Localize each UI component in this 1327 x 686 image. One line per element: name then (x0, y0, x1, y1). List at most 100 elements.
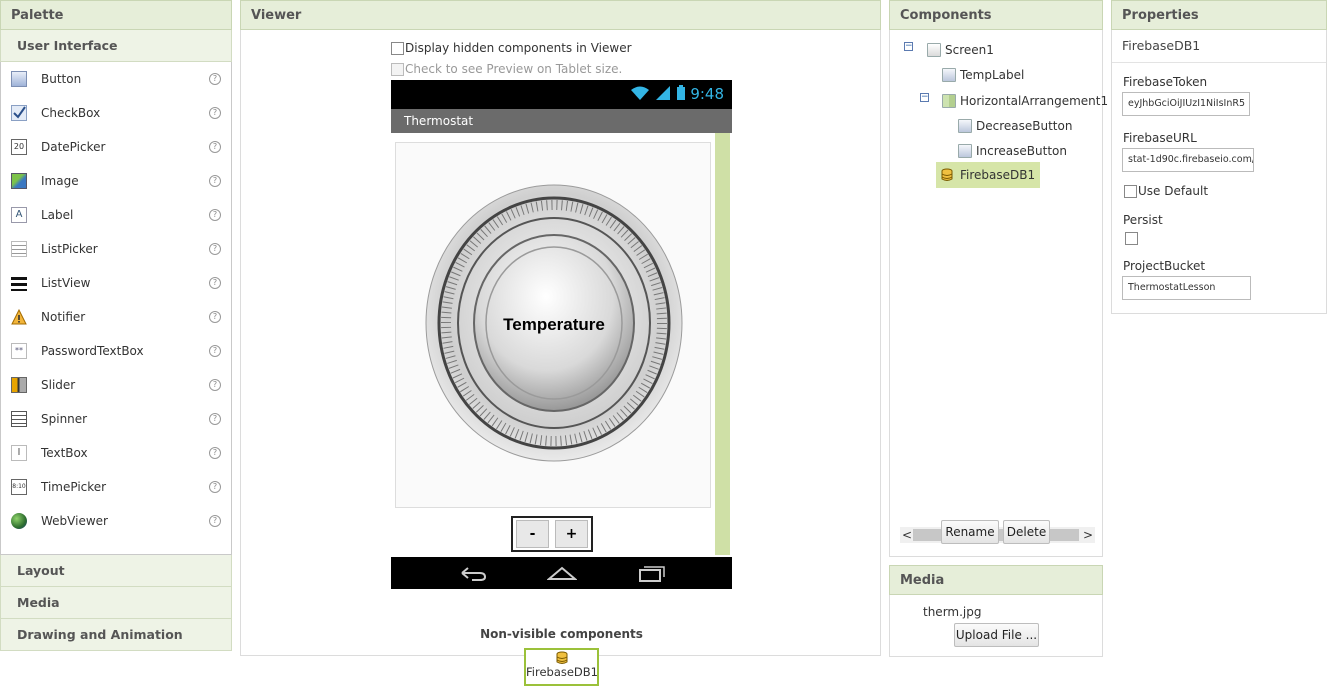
tree-node-firebasedb1[interactable]: FirebaseDB1 (936, 162, 1041, 188)
status-bar: 9:48 (391, 80, 732, 109)
signal-icon (655, 86, 670, 100)
palette-item-label: DatePicker (41, 140, 106, 154)
back-icon[interactable] (458, 563, 488, 583)
database-icon (556, 651, 567, 664)
help-icon[interactable]: ? (209, 379, 221, 391)
checkbox-box[interactable] (391, 62, 404, 76)
spinner-icon (11, 411, 27, 427)
palette-item-checkbox[interactable]: CheckBox ? (1, 96, 231, 130)
help-icon[interactable]: ? (209, 345, 221, 357)
palette-title: Palette (0, 0, 232, 30)
help-icon[interactable]: ? (209, 447, 221, 459)
webviewer-icon (11, 513, 27, 529)
tree-node-decreasebutton[interactable]: DecreaseButton (958, 115, 1072, 137)
properties-title: Properties (1111, 0, 1327, 30)
home-icon[interactable] (547, 563, 577, 583)
palette-item-listview[interactable]: ListView ? (1, 266, 231, 300)
palette-item-label[interactable]: A Label ? (1, 198, 231, 232)
tree-node-screen1[interactable]: Screen1 (927, 39, 994, 61)
palette-item-passwordtextbox[interactable]: ** PasswordTextBox ? (1, 334, 231, 368)
help-icon[interactable]: ? (209, 243, 221, 255)
project-bucket-input[interactable]: ThermostatLesson (1122, 276, 1251, 300)
datepicker-icon: 20 (11, 139, 27, 155)
properties-panel: Properties FirebaseDB1 FirebaseToken eyJ… (1111, 0, 1327, 656)
help-icon[interactable]: ? (209, 515, 221, 527)
delete-button[interactable]: Delete (1003, 520, 1050, 544)
label-icon: A (11, 207, 27, 223)
decrease-button[interactable]: - (516, 520, 549, 548)
help-icon[interactable]: ? (209, 107, 221, 119)
help-icon[interactable]: ? (209, 481, 221, 493)
checkbox-box[interactable] (1124, 184, 1137, 198)
button-icon (11, 71, 27, 87)
tree-node-templabel[interactable]: TempLabel (942, 64, 1024, 86)
notifier-icon (11, 308, 27, 325)
help-icon[interactable]: ? (209, 209, 221, 221)
temperature-label: Temperature (503, 315, 605, 334)
non-visible-item-label: FirebaseDB1 (526, 665, 598, 679)
palette-item-image[interactable]: Image ? (1, 164, 231, 198)
palette-panel: Palette User Interface Button ? CheckBox… (0, 0, 232, 656)
media-body: therm.jpg Upload File ... (889, 595, 1103, 657)
upload-file-button[interactable]: Upload File ... (954, 623, 1039, 647)
palette-item-textbox[interactable]: I TextBox ? (1, 436, 231, 470)
firebase-token-label: FirebaseToken (1123, 75, 1208, 89)
non-visible-firebase[interactable]: FirebaseDB1 (524, 648, 599, 686)
checkbox-box[interactable] (391, 41, 404, 55)
tablet-preview-checkbox[interactable]: Check to see Preview on Tablet size. (391, 62, 622, 76)
scroll-right-icon[interactable]: > (1083, 527, 1093, 543)
firebase-url-label: FirebaseURL (1123, 131, 1197, 145)
screen-scrollbar[interactable] (715, 133, 730, 555)
rename-button[interactable]: Rename (941, 520, 999, 544)
checkbox-icon (11, 105, 27, 121)
palette-item-slider[interactable]: Slider ? (1, 368, 231, 402)
screen-title-bar: Thermostat (391, 109, 732, 133)
collapse-toggle-screen1[interactable]: − (904, 42, 913, 51)
thermostat-dial-image[interactable]: Temperature (395, 142, 711, 508)
firebase-token-input[interactable]: eyJhbGciOiJIUzI1NiIsInR5 (1122, 92, 1250, 116)
textbox-icon: I (11, 445, 27, 461)
components-title: Components (889, 0, 1103, 30)
use-default-checkbox[interactable]: Use Default (1124, 184, 1208, 198)
palette-item-listpicker[interactable]: ListPicker ? (1, 232, 231, 266)
palette-section-user-interface[interactable]: User Interface (0, 30, 232, 62)
palette-section-layout[interactable]: Layout (0, 555, 232, 587)
help-icon[interactable]: ? (209, 277, 221, 289)
tablet-preview-label: Check to see Preview on Tablet size. (405, 62, 623, 76)
palette-item-button[interactable]: Button ? (1, 62, 231, 96)
collapse-toggle-arrangement[interactable]: − (920, 93, 929, 102)
scroll-left-icon[interactable]: < (902, 527, 912, 543)
help-icon[interactable]: ? (209, 141, 221, 153)
help-icon[interactable]: ? (209, 413, 221, 425)
media-title: Media (889, 565, 1103, 595)
tree-node-horizontalarrangement1[interactable]: HorizontalArrangement1 (942, 90, 1108, 112)
palette-item-label: Image (41, 174, 79, 188)
viewer-title: Viewer (240, 0, 881, 30)
help-icon[interactable]: ? (209, 73, 221, 85)
components-panel: Components − Screen1 TempLabel − Horizon… (889, 0, 1108, 656)
palette-item-label: ListView (41, 276, 91, 290)
palette-item-timepicker[interactable]: 8:10 TimePicker ? (1, 470, 231, 504)
screen-icon (927, 43, 941, 57)
help-icon[interactable]: ? (209, 175, 221, 187)
tree-node-label: IncreaseButton (976, 144, 1067, 158)
viewer-panel: Viewer Display hidden components in View… (240, 0, 881, 686)
recent-apps-icon[interactable] (636, 563, 666, 583)
palette-section-drawing-animation[interactable]: Drawing and Animation (0, 619, 232, 651)
palette-item-webviewer[interactable]: WebViewer ? (1, 504, 231, 538)
palette-item-datepicker[interactable]: 20 DatePicker ? (1, 130, 231, 164)
battery-icon (676, 85, 685, 100)
firebase-url-input[interactable]: stat-1d90c.firebaseio.com/ (1122, 148, 1254, 172)
properties-body: FirebaseDB1 FirebaseToken eyJhbGciOiJIUz… (1111, 30, 1327, 314)
palette-item-notifier[interactable]: Notifier ? (1, 300, 231, 334)
arrangement-icon (942, 94, 956, 108)
increase-button[interactable]: + (555, 520, 588, 548)
persist-checkbox[interactable] (1125, 232, 1139, 245)
display-hidden-checkbox[interactable]: Display hidden components in Viewer (391, 41, 632, 55)
media-file-item[interactable]: therm.jpg (923, 605, 982, 619)
palette-section-media[interactable]: Media (0, 587, 232, 619)
palette-item-spinner[interactable]: Spinner ? (1, 402, 231, 436)
help-icon[interactable]: ? (209, 311, 221, 323)
tree-node-increasebutton[interactable]: IncreaseButton (958, 140, 1067, 162)
checkbox-box[interactable] (1125, 232, 1138, 245)
